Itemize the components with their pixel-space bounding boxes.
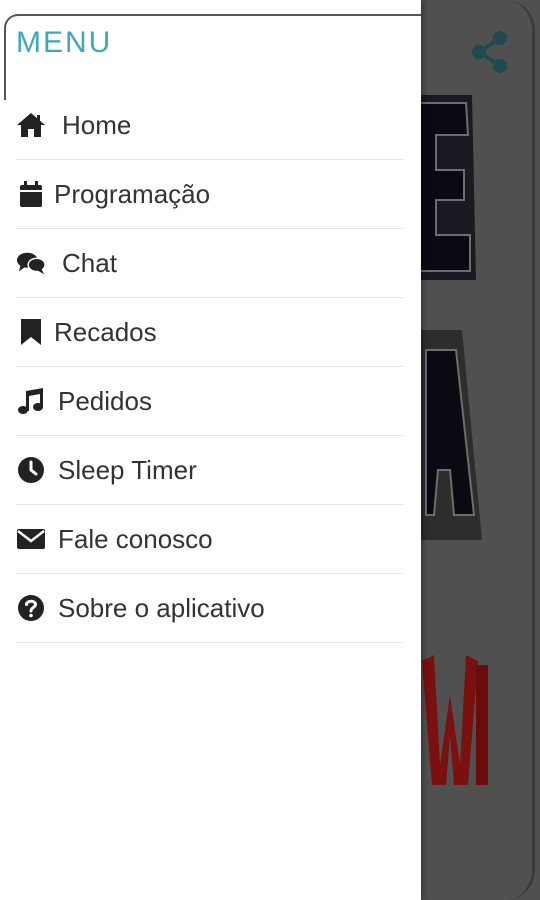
logo-fragment-a bbox=[420, 330, 482, 540]
menu-item-home[interactable]: Home bbox=[16, 91, 403, 160]
drawer-header: MENU bbox=[4, 14, 421, 100]
navigation-drawer: MENU Home Programação Chat Recados Pedid… bbox=[0, 0, 421, 900]
menu-title: MENU bbox=[16, 26, 113, 59]
menu-item-recados[interactable]: Recados bbox=[16, 298, 403, 367]
calendar-icon bbox=[16, 179, 46, 209]
menu-item-label: Recados bbox=[54, 316, 157, 347]
menu-item-label: Sobre o aplicativo bbox=[58, 592, 265, 623]
logo-fragment-e bbox=[420, 95, 476, 280]
menu-item-label: Sleep Timer bbox=[58, 454, 197, 485]
menu-list: Home Programação Chat Recados Pedidos Sl… bbox=[0, 91, 421, 643]
menu-item-programacao[interactable]: Programação bbox=[16, 160, 403, 229]
menu-item-label: Chat bbox=[62, 247, 117, 278]
menu-item-label: Pedidos bbox=[58, 385, 152, 416]
menu-item-label: Home bbox=[62, 109, 132, 140]
menu-item-label: Fale conosco bbox=[58, 523, 213, 554]
chat-icon bbox=[16, 248, 46, 278]
menu-item-pedidos[interactable]: Pedidos bbox=[16, 367, 403, 436]
envelope-icon bbox=[16, 524, 46, 554]
logo-fragment-web bbox=[422, 655, 488, 785]
music-note-icon bbox=[16, 386, 46, 416]
menu-item-label: Programação bbox=[54, 178, 211, 209]
clock-icon bbox=[16, 455, 46, 485]
menu-item-sobre-o-aplicativo[interactable]: Sobre o aplicativo bbox=[16, 574, 403, 643]
home-icon bbox=[16, 110, 46, 140]
share-button[interactable] bbox=[466, 28, 514, 76]
share-icon bbox=[472, 31, 507, 73]
bookmark-icon bbox=[16, 317, 46, 347]
question-circle-icon bbox=[16, 593, 46, 623]
menu-item-sleep-timer[interactable]: Sleep Timer bbox=[16, 436, 403, 505]
menu-item-chat[interactable]: Chat bbox=[16, 229, 403, 298]
menu-item-fale-conosco[interactable]: Fale conosco bbox=[16, 505, 403, 574]
